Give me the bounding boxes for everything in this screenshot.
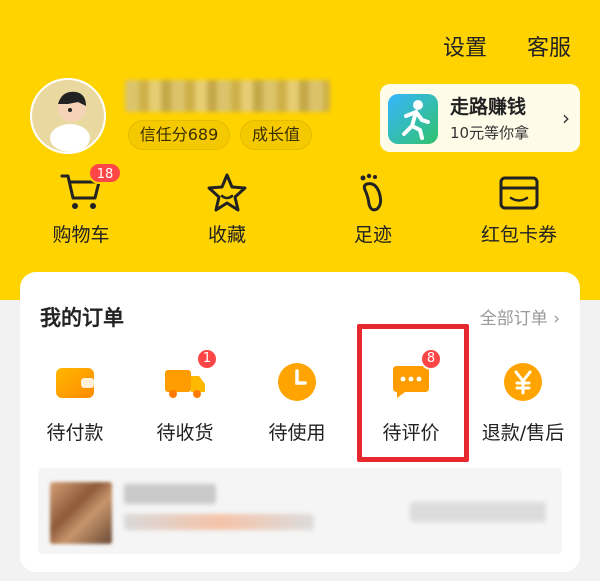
customer-service-link[interactable]: 客服 <box>527 30 571 62</box>
quick-link-favorites[interactable]: 收藏 <box>162 172 292 247</box>
order-refund-after-sales[interactable]: 退款/售后 <box>468 360 578 445</box>
order-pending-receipt[interactable]: 待收货 <box>130 360 240 445</box>
order-pending-payment[interactable]: 待付款 <box>20 360 130 445</box>
quick-link-label: 收藏 <box>207 224 246 246</box>
quick-link-label: 足迹 <box>353 224 392 246</box>
username-redacted <box>125 80 330 112</box>
product-thumbnail <box>50 482 112 544</box>
clock-icon <box>278 363 316 401</box>
quick-link-footprints[interactable]: 足迹 <box>308 172 438 247</box>
redacted-text <box>124 484 216 504</box>
walk-card-title: 走路赚钱 <box>450 96 527 118</box>
pending-receipt-badge: 1 <box>196 348 218 370</box>
redacted-text <box>410 502 546 522</box>
quick-link-cart[interactable]: 购物车 <box>16 172 146 247</box>
walk-card-subtitle: 10元等你拿 <box>450 124 530 142</box>
recent-order-row[interactable] <box>38 468 562 554</box>
running-person-icon <box>388 94 438 144</box>
order-pending-use[interactable]: 待使用 <box>242 360 352 445</box>
chevron-right-icon: › <box>562 106 570 130</box>
orders-title: 我的订单 <box>40 306 124 330</box>
wallet-icon <box>56 368 94 398</box>
star-icon <box>207 173 247 212</box>
settings-link[interactable]: 设置 <box>443 30 487 62</box>
order-status-label: 待付款 <box>46 422 104 444</box>
cart-count-badge: 18 <box>88 162 122 184</box>
wallet-card-icon <box>499 176 539 210</box>
walk-earn-card[interactable]: 走路赚钱 10元等你拿 › <box>380 84 580 152</box>
growth-value-pill[interactable]: 成长值 <box>240 120 312 150</box>
order-status-label: 待使用 <box>268 422 326 444</box>
quick-link-label: 购物车 <box>52 224 110 246</box>
order-status-label: 退款/售后 <box>481 422 565 444</box>
view-all-orders-link[interactable]: 全部订单 › <box>480 304 560 329</box>
highlight-box <box>357 324 469 462</box>
redacted-text <box>124 514 314 530</box>
credit-score-pill[interactable]: 信任分689 <box>128 120 230 150</box>
quick-link-coupons[interactable]: 红包卡券 <box>454 172 584 247</box>
footprint-icon <box>360 173 383 212</box>
order-status-label: 待收货 <box>156 422 214 444</box>
avatar[interactable] <box>30 78 106 154</box>
yuan-refund-icon <box>504 363 542 401</box>
quick-link-label: 红包卡券 <box>480 224 557 246</box>
